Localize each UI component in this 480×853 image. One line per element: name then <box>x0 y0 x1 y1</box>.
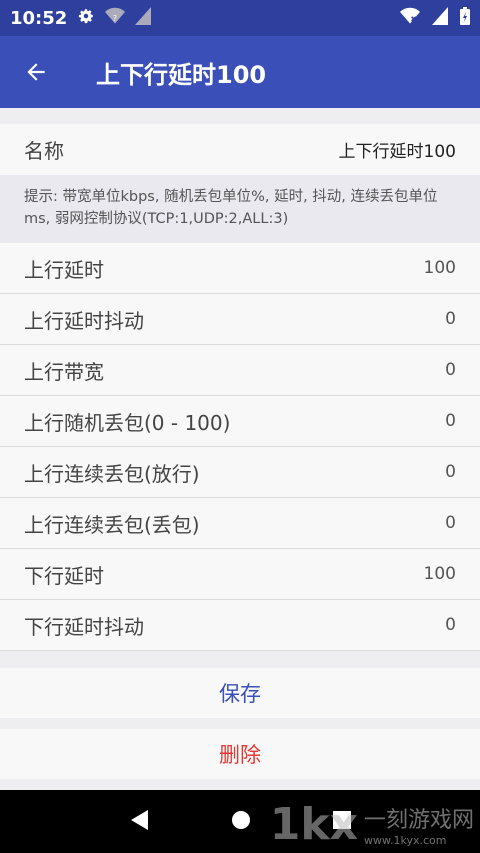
param-label: 上行随机丢包(0 - 100) <box>24 410 231 435</box>
param-row-downlink-delay[interactable]: 下行延时 100 <box>0 549 480 600</box>
param-row-uplink-burst-drop[interactable]: 上行连续丢包(丢包) 0 <box>0 498 480 549</box>
watermark-url: www.1kyx.com <box>363 834 447 847</box>
name-value: 上下行延时100 <box>338 142 456 162</box>
param-value: 0 <box>445 462 456 482</box>
param-value: 100 <box>423 564 456 584</box>
back-button[interactable] <box>0 36 72 108</box>
battery-icon <box>460 7 470 29</box>
wifi-x-icon <box>400 7 420 29</box>
signal-full-icon <box>432 7 448 29</box>
watermark-name: 一刻游戏网 <box>363 808 474 833</box>
param-label: 上行延时 <box>24 257 104 282</box>
param-value: 0 <box>445 411 456 431</box>
config-form: 名称 上下行延时100 提示: 带宽单位kbps, 随机丢包单位%, 延时, 抖… <box>0 124 480 651</box>
gear-icon <box>77 7 95 29</box>
svg-text:?: ? <box>113 14 117 23</box>
param-label: 上行带宽 <box>24 359 104 384</box>
param-label: 上行连续丢包(丢包) <box>24 512 200 537</box>
param-row-uplink-random-loss[interactable]: 上行随机丢包(0 - 100) 0 <box>0 396 480 447</box>
param-value: 0 <box>445 513 456 533</box>
param-label: 下行延时抖动 <box>24 614 144 639</box>
param-row-downlink-jitter[interactable]: 下行延时抖动 0 <box>0 600 480 651</box>
delete-button[interactable]: 删除 <box>0 729 480 779</box>
back-triangle-icon[interactable] <box>128 808 150 836</box>
name-row[interactable]: 名称 上下行延时100 <box>0 124 480 175</box>
signal-icon <box>135 7 152 29</box>
param-label: 下行延时 <box>24 563 104 588</box>
save-button[interactable]: 保存 <box>0 668 480 718</box>
param-value: 0 <box>445 360 456 380</box>
watermark-logo: 1kx <box>269 799 358 850</box>
param-row-uplink-delay[interactable]: 上行延时 100 <box>0 243 480 294</box>
hint-text: 提示: 带宽单位kbps, 随机丢包单位%, 延时, 抖动, 连续丢包单位ms,… <box>0 175 480 243</box>
param-row-uplink-bandwidth[interactable]: 上行带宽 0 <box>0 345 480 396</box>
param-value: 0 <box>445 615 456 635</box>
name-label: 名称 <box>24 139 64 163</box>
app-bar: 上下行延时100 <box>0 36 480 108</box>
status-time: 10:52 <box>10 7 68 29</box>
param-value: 100 <box>423 258 456 278</box>
navigation-bar: 1kx 一刻游戏网 www.1kyx.com <box>0 790 480 853</box>
page-title: 上下行延时100 <box>96 60 267 89</box>
param-label: 上行连续丢包(放行) <box>24 461 200 486</box>
param-row-uplink-jitter[interactable]: 上行延时抖动 0 <box>0 294 480 345</box>
arrow-left-icon <box>27 63 45 81</box>
param-label: 上行延时抖动 <box>24 308 144 333</box>
status-bar: 10:52 ? <box>0 0 480 36</box>
home-circle-icon[interactable] <box>230 809 252 835</box>
watermark: 1kx 一刻游戏网 www.1kyx.com <box>269 799 474 850</box>
wifi-question-icon: ? <box>105 7 126 29</box>
param-value: 0 <box>445 309 456 329</box>
param-row-uplink-burst-pass[interactable]: 上行连续丢包(放行) 0 <box>0 447 480 498</box>
